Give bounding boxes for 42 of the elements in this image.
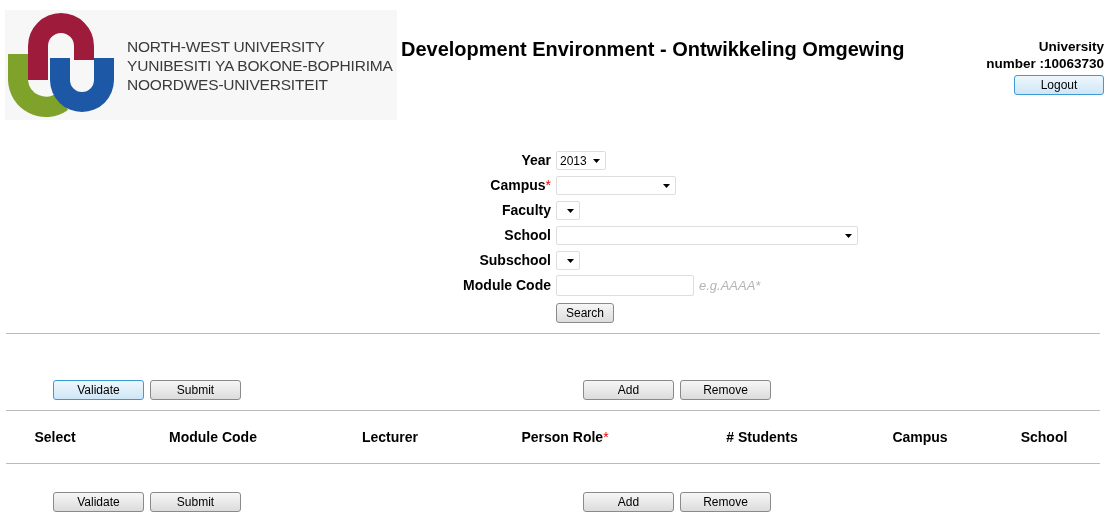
action-button[interactable]: Remove <box>680 380 771 400</box>
user-label: University <box>1038 38 1104 55</box>
action-button[interactable]: Validate <box>53 492 144 512</box>
column-header: Campus <box>892 429 948 445</box>
action-button[interactable]: Submit <box>150 492 241 512</box>
logo-text: NORTH-WEST UNIVERSITY <box>127 36 326 56</box>
logo-mark-icon <box>5 10 117 120</box>
page-title: Development Environment - Ontwikkeling Omgewing <box>401 38 905 61</box>
column-header: Person Role <box>521 429 604 445</box>
user-number: number :10063730 <box>986 55 1104 72</box>
column-header: Lecturer <box>362 429 418 445</box>
column-header: School <box>1020 429 1068 445</box>
dropdown[interactable] <box>556 251 580 270</box>
action-button[interactable]: Submit <box>150 380 241 400</box>
dropdown[interactable] <box>556 201 580 220</box>
caret-icon <box>567 258 574 263</box>
caret-icon <box>845 233 852 238</box>
required-mark: * <box>545 177 551 193</box>
field-label: Faculty <box>502 202 551 218</box>
field-label: Year <box>521 152 551 168</box>
action-button[interactable]: Remove <box>680 492 771 512</box>
action-button[interactable]: Add <box>583 492 674 512</box>
required-mark: * <box>603 429 609 445</box>
caret-icon <box>593 158 600 163</box>
column-header: # Students <box>726 429 798 445</box>
column-header: Select <box>34 429 76 445</box>
logout-button[interactable]: Logout <box>1014 75 1104 95</box>
field-label: School <box>504 227 551 243</box>
caret-icon <box>663 183 670 188</box>
caret-icon <box>567 208 574 213</box>
dropdown[interactable]: 2013 <box>556 151 606 170</box>
action-button[interactable]: Validate <box>53 380 144 400</box>
input-hint: e.g.AAAA* <box>699 278 761 293</box>
input-field[interactable] <box>556 275 694 296</box>
logo-text: NOORDWES-UNIVERSITEIT <box>127 74 329 94</box>
search-button[interactable]: Search <box>556 302 614 323</box>
action-button[interactable]: Add <box>583 380 674 400</box>
field-label: Campus <box>490 177 546 193</box>
field-label: Subschool <box>479 252 551 268</box>
column-header: Module Code <box>169 429 257 445</box>
field-label: Module Code <box>463 277 551 293</box>
logo-text: YUNIBESITI YA BOKONE-BOPHIRIMA <box>127 55 393 75</box>
